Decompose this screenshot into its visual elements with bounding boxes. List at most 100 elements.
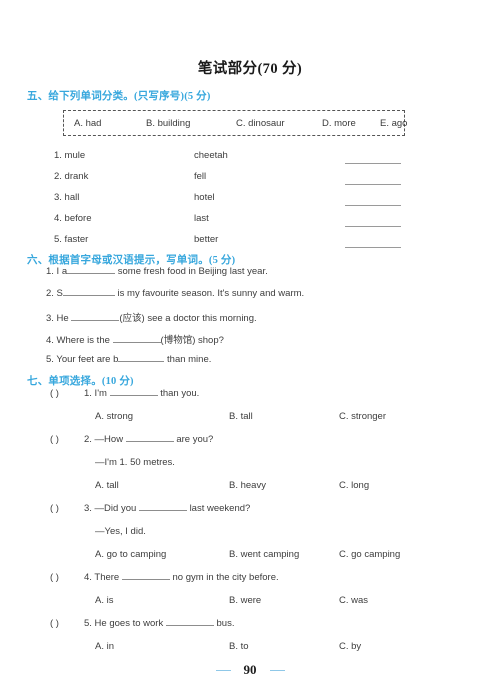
mcq-option-c[interactable]: C. long [339,480,369,491]
mcq-answer-parenthesis[interactable]: ( ) [50,434,59,445]
classification-answer-blank[interactable] [345,184,401,185]
footer-dash-left-icon [215,669,231,671]
mcq-question-stem: ( ) 2. —How are you? [0,434,500,457]
mcq-option-c[interactable]: C. by [339,641,361,652]
fill-in-blank-item: 1. I a some fresh food in Beijing last y… [0,266,500,288]
mcq-stem-blank [109,395,158,396]
mcq-stem-blank [125,441,174,442]
classification-word-1: 3. hall [54,192,80,203]
fill-prompt-suffix: than mine. [167,354,212,365]
word-bank-option-b: B. building [146,117,191,129]
mcq-option-c[interactable]: C. stronger [339,411,386,422]
classification-answer-blank[interactable] [345,247,401,248]
classification-word-2: hotel [194,192,215,203]
classification-word-2: better [194,234,219,245]
classification-row: 2. drank fell [0,171,500,192]
word-bank-box: A. had B. building C. dinosaur D. more E… [63,110,408,136]
mcq-option-c[interactable]: C. go camping [339,549,400,560]
mcq-question-stem: ( ) 4. There no gym in the city before. [0,572,500,595]
fill-in-blank-item: 3. He (应该) see a doctor this morning. [0,310,500,332]
section-heading-five: 五、给下列单词分类。(只写序号)(5 分) [27,91,211,102]
footer-dash-right-icon [269,669,285,671]
mcq-option-row: A. strong B. tall C. stronger [0,411,500,434]
mcq-stem-blank [165,625,214,626]
mcq-stem-suffix: last weekend? [189,503,251,514]
fill-prompt-prefix: 2. S [46,288,63,299]
mcq-option-row: A. is B. were C. was [0,595,500,618]
mcq-answer-line: —Yes, I did. [95,526,146,537]
mcq-stem-blank [138,510,187,511]
mcq-option-a[interactable]: A. go to camping [95,549,166,560]
mcq-option-b[interactable]: B. were [229,595,261,606]
fill-prompt-prefix: 5. Your feet are b [46,354,119,365]
mcq-answer-parenthesis[interactable]: ( ) [50,503,59,514]
fill-prompt-prefix: 3. He [46,313,69,324]
mcq-stem-prefix: 2. —How [84,434,124,445]
multiple-choice-list: ( ) 1. I'm than you. A. strong B. tall C… [0,388,500,664]
mcq-answer-parenthesis[interactable]: ( ) [50,388,59,399]
word-bank-option-e: E. ago [380,117,408,129]
mcq-question-stem: ( ) 1. I'm than you. [0,388,500,411]
mcq-answer-parenthesis[interactable]: ( ) [50,572,59,583]
mcq-option-b[interactable]: B. to [229,641,249,652]
mcq-option-row: A. go to camping B. went camping C. go c… [0,549,500,572]
mcq-option-b[interactable]: B. went camping [229,549,299,560]
mcq-answer-parenthesis[interactable]: ( ) [50,618,59,629]
mcq-stem-prefix: 4. There [84,572,120,583]
page-title: 笔试部分(70 分) [197,61,303,77]
fill-in-blank-item: 2. S is my favourite season. It's sunny … [0,288,500,310]
page-number: 90 [243,662,257,677]
classification-row: 4. before last [0,213,500,234]
classification-row: 3. hall hotel [0,192,500,213]
mcq-stem-prefix: 3. —Did you [84,503,137,514]
classification-answer-blank[interactable] [345,226,401,227]
mcq-option-a[interactable]: A. in [95,641,114,652]
mcq-option-a[interactable]: A. strong [95,411,133,422]
mcq-stem-suffix: than you. [160,388,200,399]
fill-answer-blank[interactable] [118,361,165,362]
mcq-question-stem: ( ) 5. He goes to work bus. [0,618,500,641]
classification-answer-blank[interactable] [345,205,401,206]
fill-prompt-suffix: is my favourite season. It's sunny and w… [117,288,305,299]
classification-answer-blank[interactable] [345,163,401,164]
fill-in-blank-item: 4. Where is the (博物馆) shop? [0,332,500,354]
classification-word-2: fell [194,171,207,182]
classification-word-1: 4. before [54,213,92,224]
fill-answer-blank[interactable] [71,320,120,321]
classification-word-1: 2. drank [54,171,89,182]
classification-list: 1. mule cheetah 2. drank fell 3. hall ho… [0,150,500,255]
mcq-stem-prefix: 5. He goes to work [84,618,164,629]
fill-answer-blank[interactable] [112,342,161,343]
mcq-option-a[interactable]: A. tall [95,480,119,491]
fill-answer-blank[interactable] [67,273,116,274]
mcq-option-row: A. in B. to C. by [0,641,500,664]
mcq-stem-blank [121,579,170,580]
word-bank-option-a: A. had [74,117,102,129]
mcq-answer-line: —I'm 1. 50 metres. [95,457,175,468]
mcq-option-b[interactable]: B. tall [229,411,253,422]
fill-prompt-suffix: some fresh food in Beijing last year. [117,266,268,277]
word-bank-option-c: C. dinosaur [236,117,285,129]
mcq-question-stem: ( ) 3. —Did you last weekend? [0,503,500,526]
mcq-option-b[interactable]: B. heavy [229,480,266,491]
mcq-option-a[interactable]: A. is [95,595,113,606]
exam-page: 笔试部分(70 分) 五、给下列单词分类。(只写序号)(5 分) A. had … [0,0,500,700]
fill-in-blank-list: 1. I a some fresh food in Beijing last y… [0,266,500,376]
mcq-option-row: A. tall B. heavy C. long [0,480,500,503]
fill-prompt-prefix: 4. Where is the [46,335,110,346]
mcq-question-continuation: —I'm 1. 50 metres. [0,457,500,480]
fill-prompt-suffix: (博物馆) shop? [160,335,224,346]
classification-word-1: 5. faster [54,234,89,245]
classification-word-2: last [194,213,209,224]
classification-word-2: cheetah [194,150,228,161]
classification-word-1: 1. mule [54,150,86,161]
classification-row: 1. mule cheetah [0,150,500,171]
mcq-option-c[interactable]: C. was [339,595,368,606]
fill-answer-blank[interactable] [62,295,115,296]
mcq-stem-prefix: 1. I'm [84,388,107,399]
section-heading-seven: 七、单项选择。(10 分) [27,376,134,387]
page-footer: 90 [0,662,500,678]
fill-prompt-prefix: 1. I a [46,266,68,277]
mcq-stem-suffix: no gym in the city before. [172,572,279,583]
mcq-stem-suffix: are you? [176,434,214,445]
